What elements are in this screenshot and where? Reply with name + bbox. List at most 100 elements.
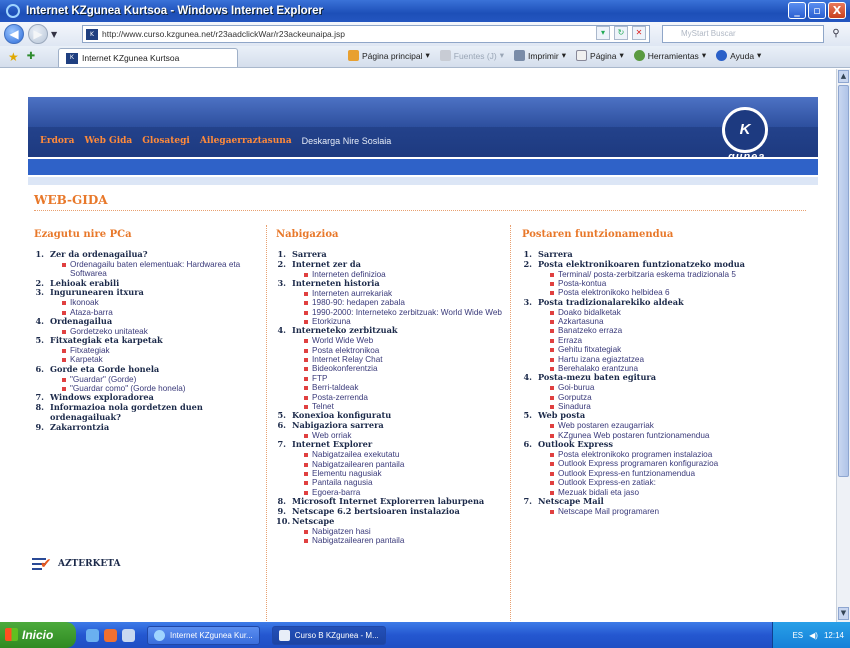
subtopic-link[interactable]: Berri-taldeak xyxy=(304,383,398,392)
subtopic-link[interactable]: Nabigatzen hasi xyxy=(304,527,404,536)
desktop-quicklaunch-icon[interactable] xyxy=(122,628,135,642)
subtopic-link[interactable]: Bideokonferentzia xyxy=(304,364,398,373)
print-button[interactable]: Imprimir ▾ xyxy=(514,50,566,61)
help-menu-button[interactable]: Ayuda ▾ xyxy=(716,50,761,61)
topic-item[interactable]: 4. Ordenagailua Gordetzeko unitateak xyxy=(34,316,262,336)
kzgunea-logo[interactable]: K xyxy=(722,107,768,153)
topic-link[interactable]: Netscape xyxy=(292,516,334,526)
topic-item[interactable]: 9. Zakarrontzia xyxy=(34,422,262,433)
subtopic-link[interactable]: Goi-burua xyxy=(550,383,656,392)
topic-link[interactable]: Sarrera xyxy=(292,249,327,259)
subtopic-link[interactable]: Internet Relay Chat xyxy=(304,355,398,364)
vertical-scrollbar[interactable]: ▲ ▼ xyxy=(836,69,850,622)
search-input[interactable]: MyStart Buscar xyxy=(662,25,824,43)
topic-link[interactable]: Internet Explorer xyxy=(292,439,372,450)
taskbar-item-curso[interactable]: Curso B KZgunea - M... xyxy=(271,625,386,645)
topic-item[interactable]: 6. Gorde eta Gorde honela "Guardar" (Gorde… xyxy=(34,364,262,394)
topic-item[interactable]: 6. Nabigaziora sarrera Web orriak xyxy=(276,420,506,440)
scrollbar-thumb[interactable] xyxy=(838,85,849,477)
subtopic-link[interactable]: Telnet xyxy=(304,402,398,411)
topic-link[interactable]: Interneteko zerbitzuak xyxy=(292,325,398,336)
subtopic-link[interactable]: Fitxategiak xyxy=(62,346,163,355)
topic-link[interactable]: Zer da ordenagailua? xyxy=(50,249,148,259)
topic-link[interactable]: Netscape 6.2 bertsioaren instalazioa xyxy=(292,506,460,516)
topic-link[interactable]: Microsoft Internet Explorerren laburpena xyxy=(292,496,484,506)
favorites-star-icon[interactable]: ★ xyxy=(8,50,19,64)
window-title-bar[interactable]: Internet KZgunea Kurtsoa - Windows Inter… xyxy=(0,0,850,22)
menu-item-deskarga[interactable]: Deskarga Nire Soslaia xyxy=(302,136,392,146)
topic-link[interactable]: Nabigaziora sarrera xyxy=(292,420,384,430)
topic-link[interactable]: Internet zer da xyxy=(292,259,361,269)
menu-item-erdora[interactable]: Erdora xyxy=(40,136,74,146)
subtopic-link[interactable]: Web postaren ezaugarriak xyxy=(550,421,709,430)
subtopic-link[interactable]: Terminal/ posta-zerbitzaria eskema tradi… xyxy=(550,270,745,279)
page-menu-button[interactable]: Página ▾ xyxy=(576,50,624,61)
volume-icon[interactable]: ◀) xyxy=(809,631,818,640)
topic-link[interactable]: Zakarrontzia xyxy=(50,422,109,432)
address-dropdown-icon[interactable]: ▾ xyxy=(596,26,610,40)
topic-link[interactable]: Ingurunearen itxura xyxy=(50,287,144,298)
topic-link[interactable]: Posta elektronikoaren funtzionatzeko mod… xyxy=(538,259,745,269)
topic-item[interactable]: 7. Netscape Mail Netscape Mail programaren xyxy=(522,496,754,516)
subtopic-link[interactable]: Sinadura xyxy=(550,402,656,411)
topic-link[interactable]: Interneten historia xyxy=(292,278,380,288)
search-icon[interactable]: ⚲ xyxy=(828,26,844,42)
subtopic-link[interactable]: Azkartasuna xyxy=(550,317,684,326)
topic-item[interactable]: 10. Netscape Nabigatzen hasi Nabigatzailear… xyxy=(276,516,506,546)
refresh-icon[interactable]: ↻ xyxy=(614,26,628,40)
subtopic-link[interactable]: Posta-kontua xyxy=(550,279,745,288)
feeds-button[interactable]: Fuentes (J) ▾ xyxy=(439,50,504,61)
subtopic-link[interactable]: Posta-zerrenda xyxy=(304,393,398,402)
subtopic-link[interactable]: Erraza xyxy=(550,336,684,345)
subtopic-link[interactable]: FTP xyxy=(304,374,398,383)
subtopic-link[interactable]: Netscape Mail programaren xyxy=(550,507,659,516)
subtopic-link[interactable]: "Guardar como" (Gorde honela) xyxy=(62,384,186,393)
topic-item[interactable]: 1. Zer da ordenagailua? Ordenagailu baten … xyxy=(34,249,262,279)
topic-item[interactable]: 3. Interneten historia Interneten aurrekar… xyxy=(276,278,506,326)
forward-button[interactable]: ▶ xyxy=(28,24,48,44)
subtopic-link[interactable]: Ordenagailu baten elementuak: Hardwarea … xyxy=(62,260,262,279)
subtopic-link[interactable]: Ataza-barra xyxy=(62,308,144,317)
topic-link[interactable]: Windows exploradorea xyxy=(50,392,154,403)
topic-item[interactable]: 4. Interneteko zerbitzuak World Wide Web Po… xyxy=(276,325,506,412)
subtopic-link[interactable]: Nabigatzailea exekutatu xyxy=(304,450,404,459)
topic-item[interactable]: 5. Web posta Web postaren ezaugarriak KZgun… xyxy=(522,411,754,440)
subtopic-link[interactable]: "Guardar" (Gorde) xyxy=(62,375,186,384)
subtopic-link[interactable]: Gorputza xyxy=(550,393,656,402)
language-indicator[interactable]: ES xyxy=(792,631,803,640)
ie-quicklaunch-icon[interactable] xyxy=(86,628,99,642)
subtopic-link[interactable]: Etorkizuna xyxy=(304,317,502,326)
menu-item-web-gida[interactable]: Web Gida xyxy=(84,136,132,146)
menu-item-glosategi[interactable]: Glosategi xyxy=(142,136,190,146)
subtopic-link[interactable]: Outlook Express programaren konfigurazio… xyxy=(550,459,718,468)
subtopic-link[interactable]: Interneten aurrekariak xyxy=(304,289,502,298)
subtopic-link[interactable]: 1990-2000: Interneteko zerbitzuak: World… xyxy=(304,308,502,317)
topic-item[interactable]: 6. Outlook Express Posta elektronikoko pro… xyxy=(522,439,754,497)
subtopic-link[interactable]: Gordetzeko unitateak xyxy=(62,327,148,336)
topic-link[interactable]: Gorde eta Gorde honela xyxy=(50,364,159,374)
topic-link[interactable]: Fitxategiak eta karpetak xyxy=(50,335,163,345)
scroll-down-icon[interactable]: ▼ xyxy=(838,607,849,620)
topic-link[interactable]: Netscape Mail xyxy=(538,496,604,506)
topic-item[interactable]: 4. Posta-mezu baten egitura Goi-burua Gorpu… xyxy=(522,373,754,412)
menu-item-ailegaerraztasuna[interactable]: Ailegaerraztasuna xyxy=(200,136,292,146)
topic-item[interactable]: 8. Informazioa nola gordetzen duen ordena… xyxy=(34,402,262,423)
topic-item[interactable]: 3. Posta tradizionalarekiko aldeak Doako b… xyxy=(522,297,754,374)
topic-item[interactable]: 3. Ingurunearen itxura Ikonoak Ataza-barra xyxy=(34,288,262,317)
taskbar-item-ie[interactable]: Internet KZgunea Kur... xyxy=(147,625,260,645)
start-button[interactable]: Inicio xyxy=(0,622,76,648)
subtopic-link[interactable]: Egoera-barra xyxy=(304,488,404,497)
back-button[interactable]: ◀ xyxy=(4,24,24,44)
tab-kzgunea[interactable]: K Internet KZgunea Kurtsoa xyxy=(58,48,238,67)
subtopic-link[interactable]: Banatzeko erraza xyxy=(550,326,684,335)
topic-item[interactable]: 2. Internet zer da Interneten definizioa xyxy=(276,259,506,279)
topic-link[interactable]: Lehioak erabili xyxy=(50,278,119,288)
subtopic-link[interactable]: Outlook Express-en funtzionamendua xyxy=(550,469,718,478)
topic-item[interactable]: 7. Internet Explorer Nabigatzailea exekuta… xyxy=(276,440,506,497)
subtopic-link[interactable]: Interneten definizioa xyxy=(304,270,386,279)
subtopic-link[interactable]: World Wide Web xyxy=(304,336,398,345)
subtopic-link[interactable]: Berehalako erantzuna xyxy=(550,364,684,373)
subtopic-link[interactable]: Hartu izana egiaztatzea xyxy=(550,355,684,364)
subtopic-link[interactable]: Karpetak xyxy=(62,355,163,364)
scroll-up-icon[interactable]: ▲ xyxy=(838,70,849,83)
